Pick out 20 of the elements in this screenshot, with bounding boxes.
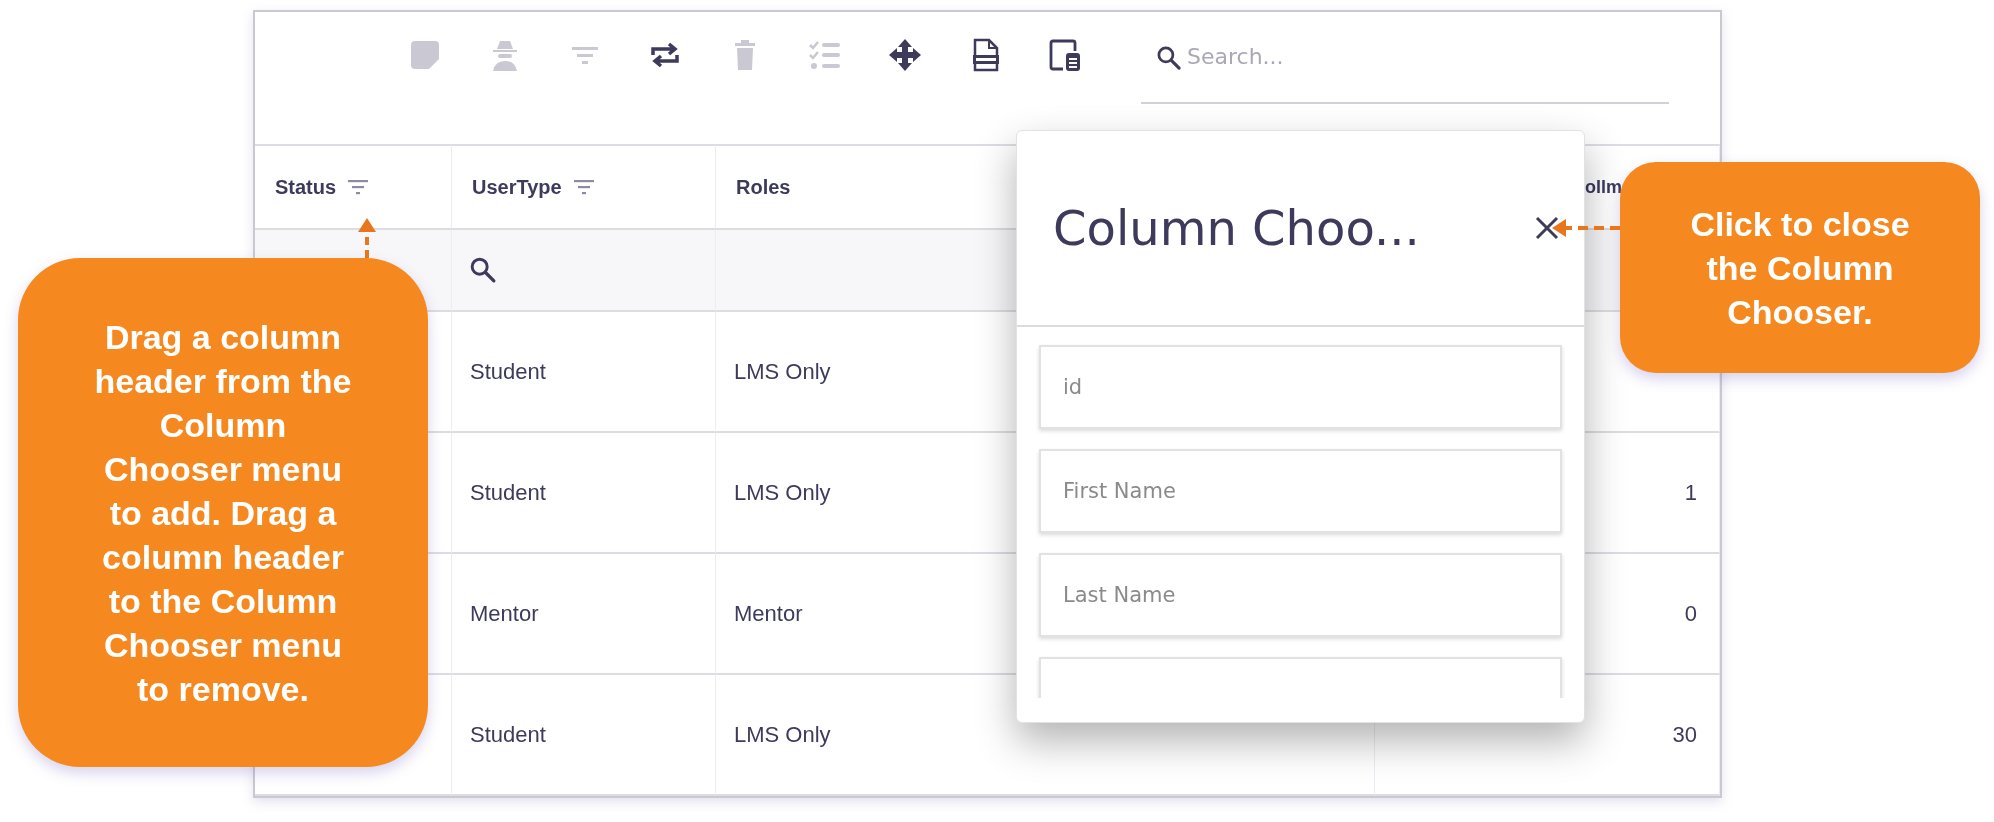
filter-cell[interactable] <box>452 230 716 312</box>
dialog-title: Column Choo... <box>1053 200 1420 256</box>
search-field[interactable]: Search... <box>1187 44 1627 69</box>
pointer-arrow <box>358 218 376 258</box>
table-cell: Student <box>452 675 716 796</box>
move-icon <box>887 37 923 73</box>
table-cell: Mentor <box>452 554 716 675</box>
pointer-arrow <box>1552 219 1620 237</box>
table-cell: Student <box>452 433 716 554</box>
search-icon <box>1155 44 1183 72</box>
column-item[interactable]: First Name <box>1039 449 1562 533</box>
toolbar-button[interactable] <box>1047 37 1083 73</box>
table-cell: Student <box>452 312 716 433</box>
toolbar-button[interactable] <box>887 37 923 73</box>
search-icon <box>468 255 498 285</box>
panel-icon <box>1047 37 1083 73</box>
callout-text: Click to close the Column Chooser. <box>1690 203 1910 333</box>
column-item[interactable]: Last Name <box>1039 553 1562 637</box>
column-item[interactable]: id <box>1039 345 1562 429</box>
callout-text: Drag a column header from the Column Chooser menu to add. Drag a column header to the Column Chooser menu to remove. <box>94 316 352 710</box>
